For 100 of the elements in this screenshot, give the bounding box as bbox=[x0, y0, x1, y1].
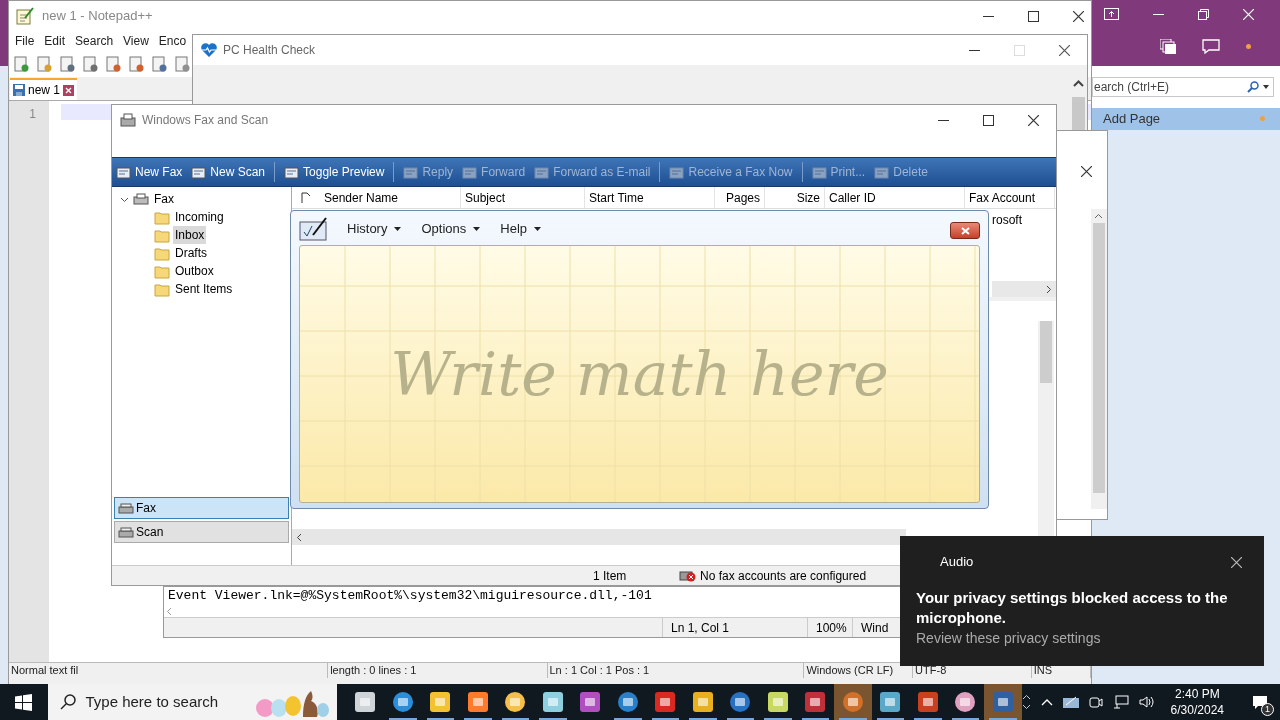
table-cell-text: rosoft bbox=[992, 212, 1022, 229]
pages-icon[interactable] bbox=[1160, 39, 1176, 54]
toolbar-icon[interactable] bbox=[151, 56, 167, 72]
menu-button[interactable]: Help bbox=[500, 219, 541, 239]
menu-item[interactable]: View bbox=[123, 32, 149, 50]
toolbar-icon[interactable] bbox=[82, 56, 98, 72]
column-header[interactable]: Size bbox=[796, 188, 820, 207]
minimize-icon[interactable] bbox=[1153, 13, 1164, 15]
maximize-icon[interactable] bbox=[983, 114, 994, 126]
notification-body[interactable]: Review these privacy settings bbox=[916, 628, 1248, 648]
add-page-button[interactable]: Add Page bbox=[1092, 108, 1280, 130]
nav-button[interactable]: Fax bbox=[114, 497, 289, 519]
camera-icon[interactable] bbox=[1088, 695, 1103, 709]
toolbar-icon bbox=[116, 165, 131, 179]
toolbar-icon bbox=[191, 165, 207, 179]
status-text: Windows (CR LF) bbox=[806, 663, 894, 679]
maximize-icon bbox=[1014, 44, 1025, 56]
window-mode-icon[interactable] bbox=[1104, 8, 1119, 20]
tree-item[interactable]: Inbox bbox=[173, 226, 207, 244]
tray-app-icon[interactable] bbox=[1062, 695, 1079, 709]
scrollbar-thumb[interactable] bbox=[1040, 321, 1052, 383]
status-text: 1 Item bbox=[593, 567, 628, 585]
minimize-icon[interactable] bbox=[969, 49, 980, 51]
scroll-left-icon[interactable] bbox=[296, 532, 302, 542]
action-center-icon[interactable] bbox=[1252, 694, 1268, 710]
status-text: length : 0 lines : 1 bbox=[330, 663, 417, 679]
menu-item[interactable]: Search bbox=[75, 32, 114, 50]
restore-icon[interactable] bbox=[1198, 8, 1209, 20]
toolbar-icon bbox=[534, 165, 550, 179]
window-title: PC Health Check bbox=[223, 42, 316, 59]
toolbar-icon bbox=[874, 165, 890, 179]
search-field[interactable]: earch (Ctrl+E) bbox=[1092, 77, 1274, 97]
tree-item[interactable]: Drafts bbox=[173, 244, 209, 262]
caret-icon bbox=[394, 227, 402, 231]
column-header[interactable]: Caller ID bbox=[829, 188, 876, 207]
app-icon[interactable] bbox=[803, 690, 828, 714]
search-icon bbox=[59, 694, 76, 710]
toolbar-icon[interactable] bbox=[174, 56, 190, 72]
toolbar-button[interactable]: Toggle Preview bbox=[284, 163, 385, 181]
close-icon bbox=[960, 226, 970, 235]
fax-icon bbox=[118, 526, 134, 538]
minimize-icon[interactable] bbox=[983, 15, 994, 17]
network-icon[interactable] bbox=[1112, 695, 1129, 709]
toolbar-icon[interactable] bbox=[128, 56, 144, 72]
notification-count: 1 bbox=[1261, 703, 1274, 716]
fax-icon bbox=[120, 113, 136, 127]
menu-item[interactable]: Enco bbox=[158, 32, 187, 50]
clock-time[interactable]: 2:40 PM bbox=[1174, 686, 1220, 702]
status-dot-icon bbox=[1246, 44, 1251, 49]
menu-button[interactable]: Options bbox=[421, 219, 481, 239]
toolbar-icon bbox=[811, 165, 827, 179]
scroll-right-icon[interactable] bbox=[1046, 284, 1052, 294]
column-header[interactable]: Sender Name bbox=[324, 188, 399, 207]
clock-date[interactable]: 6/30/2024 bbox=[1170, 702, 1224, 718]
toolbar-icon[interactable] bbox=[105, 56, 121, 72]
column-header[interactable]: Start Time bbox=[589, 188, 644, 207]
close-icon[interactable] bbox=[1059, 44, 1070, 56]
column-header[interactable]: Subject bbox=[465, 188, 506, 207]
menu-item[interactable]: File bbox=[15, 32, 35, 50]
menu-button[interactable]: History bbox=[347, 219, 402, 239]
close-icon[interactable] bbox=[1081, 166, 1092, 177]
column-header[interactable]: Fax Account bbox=[969, 188, 1036, 207]
fax-icon bbox=[133, 193, 149, 205]
close-icon[interactable] bbox=[1028, 114, 1039, 126]
close-icon[interactable] bbox=[1231, 556, 1242, 568]
status-text: No fax accounts are configured bbox=[700, 567, 867, 585]
chevron-up-icon[interactable] bbox=[1040, 698, 1053, 706]
column-header[interactable]: Pages bbox=[725, 188, 760, 207]
tree-item[interactable]: Sent Items bbox=[173, 280, 235, 298]
tree-item[interactable]: Fax bbox=[153, 190, 175, 208]
volume-icon[interactable] bbox=[1138, 695, 1155, 709]
close-icon[interactable] bbox=[1073, 10, 1084, 22]
minimize-icon[interactable] bbox=[938, 119, 949, 121]
scrollbar-thumb[interactable] bbox=[1093, 223, 1105, 493]
toolbar-icon bbox=[669, 165, 685, 179]
toolbar-button[interactable]: New Scan bbox=[191, 163, 266, 181]
heart-icon bbox=[201, 43, 217, 57]
caret-icon bbox=[473, 227, 481, 231]
file-tab[interactable]: new 1 bbox=[10, 78, 78, 100]
status-text: INS bbox=[1033, 663, 1053, 679]
line-number: 1 bbox=[28, 106, 36, 123]
toolbar-icon[interactable] bbox=[59, 56, 75, 72]
menu-item[interactable]: Edit bbox=[44, 32, 66, 50]
tree-item[interactable]: Incoming bbox=[173, 208, 226, 226]
toolbar-button[interactable]: New Fax bbox=[116, 163, 183, 181]
dropdown-icon[interactable] bbox=[1263, 85, 1269, 89]
tree-item[interactable]: Outbox bbox=[173, 262, 216, 280]
maximize-icon[interactable] bbox=[1028, 10, 1039, 22]
search-field[interactable]: Type here to search bbox=[47, 684, 337, 720]
toolbar-icon[interactable] bbox=[13, 56, 29, 72]
window-title: new 1 - Notepad++ bbox=[42, 7, 153, 26]
toolbar-icon bbox=[462, 165, 478, 179]
status-text: Ln 1, Col 1 bbox=[671, 619, 730, 637]
close-button[interactable] bbox=[950, 222, 980, 239]
toolbar-icon bbox=[403, 165, 419, 179]
comment-icon[interactable] bbox=[1202, 39, 1220, 54]
fax-error-icon bbox=[679, 569, 696, 582]
start-icon[interactable] bbox=[15, 693, 33, 711]
nav-button[interactable]: Scan bbox=[114, 521, 289, 543]
close-tab-icon[interactable] bbox=[63, 84, 75, 96]
